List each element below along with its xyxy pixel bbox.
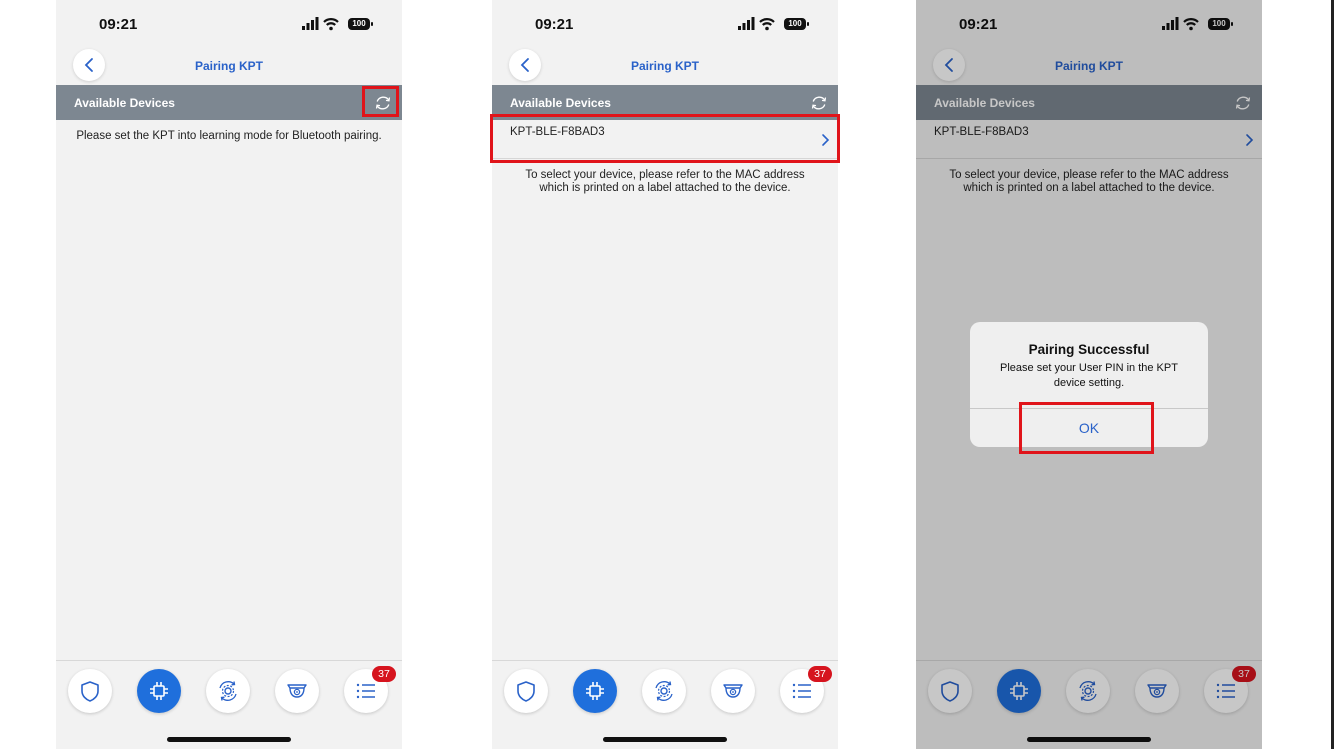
tab-automation[interactable] [206,669,250,713]
chip-icon [149,681,169,701]
highlight-ok-button [1019,402,1154,454]
gear-sync-icon [219,680,237,702]
mac-address-hint: To select your device, please refer to t… [525,169,805,194]
signal-wifi-icon [300,15,340,32]
highlight-refresh [362,86,399,117]
camera-icon [723,684,743,698]
page-title: Pairing KPT [630,59,699,73]
status-time: 09:21 [99,16,138,33]
camera-icon [287,684,307,698]
available-devices-header: Available Devices [56,85,402,120]
notification-badge: 37 [808,666,832,682]
refresh-icon[interactable] [810,94,828,112]
shield-icon [81,681,99,702]
highlight-device-row [490,114,840,163]
status-icons: 100 [300,15,382,33]
tab-security[interactable] [68,669,112,713]
pairing-instruction: Please set the KPT into learning mode fo… [76,130,382,142]
signal-wifi-icon [736,15,776,32]
phone-screen-3: 09:21 100 Pairing KPT Available Devices … [916,0,1262,749]
gear-sync-icon [655,680,673,702]
home-indicator [603,737,727,742]
list-icon [356,683,376,699]
dialog-title: Pairing Successful [1028,342,1150,357]
phone-screen-1: 09:21 100 Pairing KPT Available Devices … [56,0,402,749]
battery-icon: 100 [784,18,809,30]
status-time: 09:21 [535,16,574,33]
tab-devices[interactable] [137,669,181,713]
tab-cameras[interactable] [711,669,755,713]
tab-cameras[interactable] [275,669,319,713]
notification-badge: 37 [372,666,396,682]
shield-icon [517,681,535,702]
tab-devices[interactable] [573,669,617,713]
tab-security[interactable] [504,669,548,713]
home-indicator [167,737,291,742]
list-icon [792,683,812,699]
dialog-message: Please set your User PIN in the KPT devi… [1000,362,1178,389]
chip-icon [585,681,605,701]
status-icons: 100 [736,15,818,33]
section-title: Available Devices [74,96,175,110]
bottom-tab-bar: 37 [56,660,402,749]
battery-icon: 100 [348,18,373,30]
page-title: Pairing KPT [194,59,263,73]
bottom-tab-bar: 37 [492,660,838,749]
phone-screen-2: 09:21 100 Pairing KPT Available Devices … [492,0,838,749]
section-title: Available Devices [510,96,611,110]
tab-automation[interactable] [642,669,686,713]
